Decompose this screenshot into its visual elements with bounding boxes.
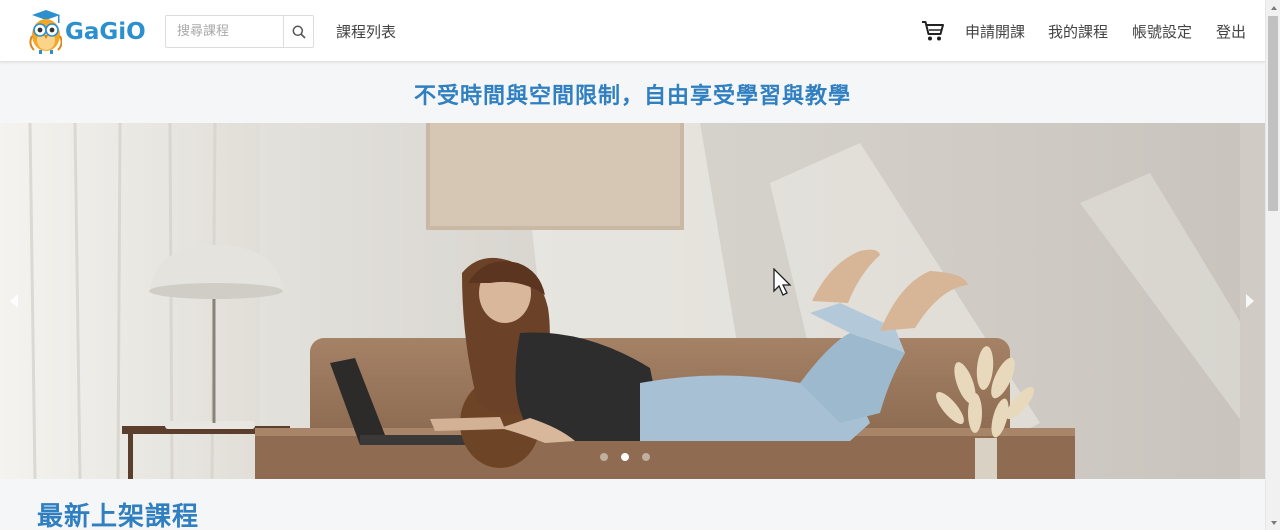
- search-button[interactable]: [283, 16, 313, 47]
- hero-carousel[interactable]: [0, 123, 1265, 479]
- cart-icon: [922, 21, 944, 41]
- carousel-indicators: [600, 453, 650, 461]
- owl-logo-icon: [29, 10, 62, 54]
- brand-logo[interactable]: GaGiO: [26, 6, 146, 58]
- carousel-dot-active[interactable]: [621, 453, 629, 461]
- nav-account-settings[interactable]: 帳號設定: [1132, 21, 1192, 42]
- cart-button[interactable]: [921, 20, 945, 42]
- search-input[interactable]: [166, 16, 283, 47]
- chevron-right-icon: [1246, 294, 1254, 308]
- search-box: [165, 15, 314, 48]
- nav-my-courses[interactable]: 我的課程: [1048, 21, 1108, 42]
- brand-name: GaGiO: [65, 19, 146, 45]
- scroll-up-arrow-icon: [1270, 5, 1277, 10]
- scroll-up-button[interactable]: [1266, 0, 1280, 15]
- top-navbar: GaGiO 課程列表 申請開課 我的課程 帳號設定 登出: [0, 0, 1265, 62]
- nav-logout[interactable]: 登出: [1216, 21, 1246, 42]
- chevron-left-icon: [10, 294, 18, 308]
- latest-courses-title: 最新上架課程: [37, 502, 200, 530]
- hero-tagline: 不受時間與空間限制，自由享受學習與教學: [413, 84, 851, 109]
- carousel-dot[interactable]: [642, 453, 650, 461]
- search-icon: [292, 25, 306, 39]
- mouse-cursor-icon: [773, 268, 792, 296]
- carousel-slide-image: [0, 123, 1265, 479]
- carousel-prev-button[interactable]: [4, 289, 24, 313]
- page-scrollbar[interactable]: [1265, 0, 1280, 530]
- carousel-next-button[interactable]: [1240, 289, 1260, 313]
- nav-apply-course[interactable]: 申請開課: [965, 21, 1025, 42]
- scroll-down-button[interactable]: [1266, 515, 1280, 530]
- nav-course-list[interactable]: 課程列表: [336, 21, 396, 42]
- carousel-dot[interactable]: [600, 453, 608, 461]
- scroll-down-arrow-icon: [1270, 520, 1277, 525]
- scroll-thumb[interactable]: [1268, 16, 1278, 211]
